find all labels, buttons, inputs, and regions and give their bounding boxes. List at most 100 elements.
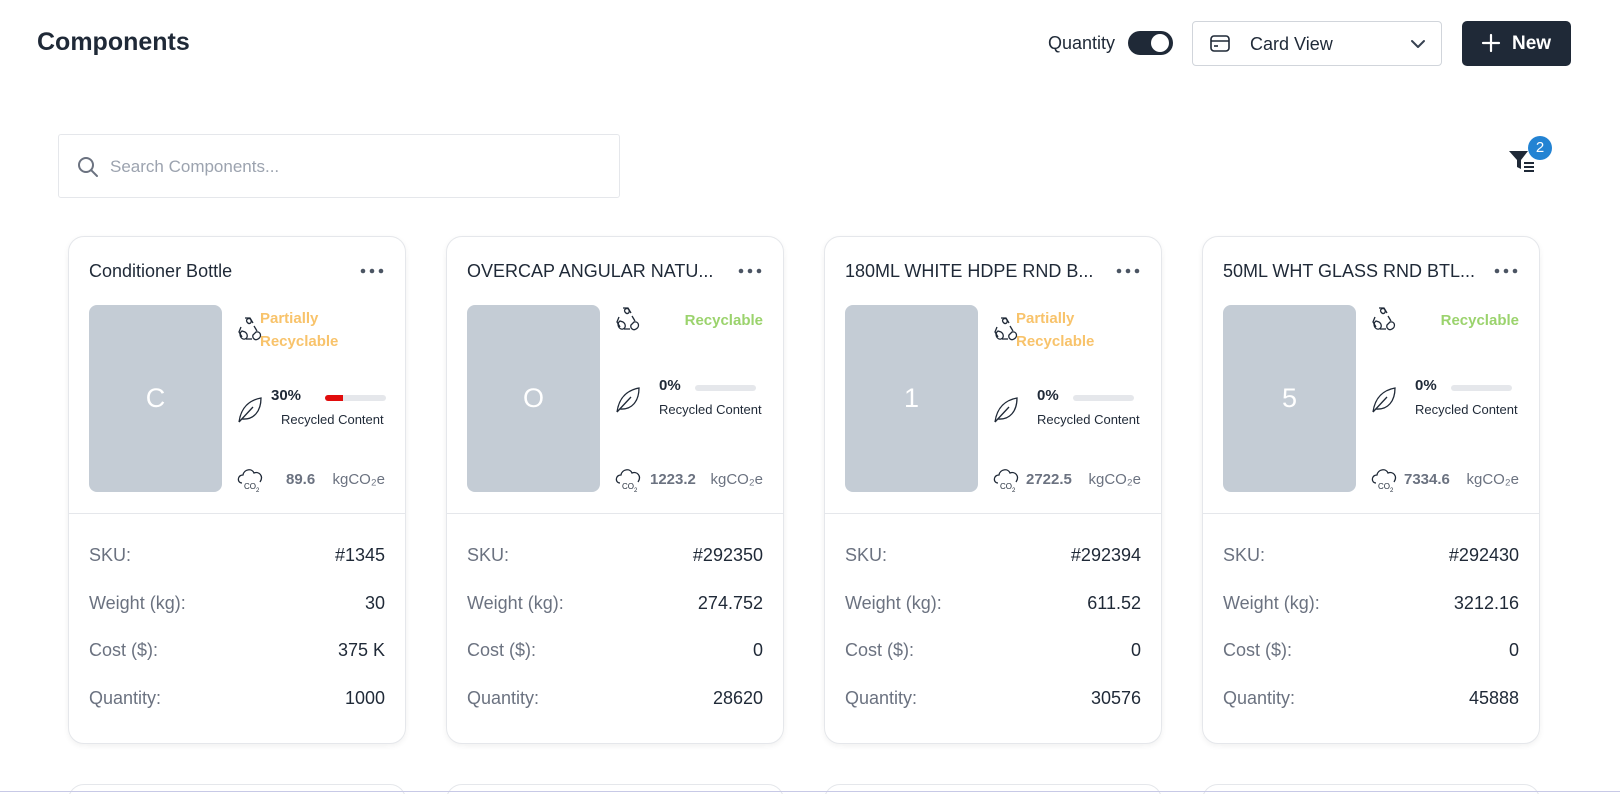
- search-input[interactable]: [110, 152, 600, 182]
- recycled-content-percent: 0%: [1415, 377, 1437, 394]
- more-dots-icon[interactable]: [737, 263, 763, 279]
- co2-unit: kgCO₂e: [1088, 471, 1141, 488]
- co2-cloud-icon: CO 2: [1370, 465, 1400, 498]
- sku-row: SKU: #292394: [845, 545, 1141, 569]
- svg-text:2: 2: [634, 488, 638, 493]
- leaf-icon: [1370, 385, 1398, 420]
- sku-value: #292430: [1448, 545, 1519, 565]
- card-thumbnail: O: [467, 305, 600, 492]
- weight-label: Weight (kg):: [467, 593, 564, 613]
- recycled-content-label: Recycled Content: [1415, 402, 1518, 417]
- recyclability-status: Partially Recyclable: [1016, 310, 1095, 350]
- co2-cloud-icon: CO 2: [992, 465, 1022, 498]
- weight-row: Weight (kg): 274.752: [467, 593, 763, 617]
- recycled-content-bar-fill: [325, 395, 344, 401]
- recycled-content-bar: [1073, 395, 1134, 401]
- more-dots-icon[interactable]: [1115, 263, 1141, 279]
- component-card-partial: [824, 784, 1162, 794]
- sku-value: #292394: [1070, 545, 1141, 565]
- quantity-toggle[interactable]: [1128, 31, 1173, 55]
- cost-row: Cost ($): 0: [1223, 640, 1519, 664]
- view-select[interactable]: Card View: [1192, 21, 1442, 66]
- co2-cloud-icon: CO 2: [236, 465, 266, 498]
- component-card-partial: [446, 784, 784, 794]
- sku-label: SKU:: [845, 545, 888, 565]
- component-card[interactable]: OVERCAP ANGULAR NATU... O Recyclable 0% …: [446, 236, 784, 744]
- co2-value: 2722.5: [1026, 471, 1072, 488]
- card-thumbnail: C: [89, 305, 222, 492]
- quantity-row: Quantity: 30576: [845, 688, 1141, 712]
- more-dots-icon[interactable]: [359, 263, 385, 279]
- recycle-icon: [614, 305, 642, 338]
- card-divider: [1203, 513, 1539, 514]
- co2-unit: kgCO₂e: [332, 471, 385, 488]
- recycled-content-percent: 0%: [1037, 387, 1059, 404]
- weight-label: Weight (kg):: [89, 593, 186, 613]
- cost-label: Cost ($):: [467, 640, 537, 660]
- cost-value: 0: [752, 640, 763, 660]
- recycled-content-bar: [325, 395, 386, 401]
- cost-row: Cost ($): 0: [845, 640, 1141, 664]
- component-card-partial: [68, 784, 406, 794]
- recycle-icon: [1370, 305, 1398, 338]
- card-title: 180ML WHITE HDPE RND B...: [845, 261, 1094, 281]
- quantity-label: Quantity:: [1223, 688, 1296, 708]
- quantity-value: 45888: [1468, 688, 1519, 708]
- viewport-edge: [0, 791, 1620, 792]
- svg-text:2: 2: [256, 488, 260, 493]
- card-view-icon: [1210, 35, 1230, 57]
- quantity-value: 30576: [1090, 688, 1141, 708]
- card-divider: [447, 513, 783, 514]
- weight-row: Weight (kg): 3212.16: [1223, 593, 1519, 617]
- svg-text:CO: CO: [1000, 482, 1012, 491]
- card-title: Conditioner Bottle: [89, 261, 233, 281]
- svg-text:2: 2: [1390, 488, 1394, 493]
- quantity-label: Quantity:: [89, 688, 162, 708]
- cost-label: Cost ($):: [89, 640, 159, 660]
- quantity-label: Quantity:: [845, 688, 918, 708]
- cost-label: Cost ($):: [845, 640, 915, 660]
- leaf-icon: [992, 395, 1020, 430]
- weight-value: 274.752: [697, 593, 763, 613]
- chevron-down-icon: [1410, 37, 1426, 55]
- page-header: Components Quantity Card View New: [0, 0, 1620, 90]
- component-card[interactable]: Conditioner Bottle C Partially Recyclabl…: [68, 236, 406, 744]
- sku-row: SKU: #1345: [89, 545, 385, 569]
- svg-text:CO: CO: [244, 482, 256, 491]
- co2-value: 1223.2: [650, 471, 696, 488]
- co2-unit: kgCO₂e: [1466, 471, 1519, 488]
- co2-cloud-icon: CO 2: [614, 465, 644, 498]
- weight-row: Weight (kg): 611.52: [845, 593, 1141, 617]
- quantity-value: 28620: [712, 688, 763, 708]
- card-title: OVERCAP ANGULAR NATU...: [467, 261, 714, 281]
- component-card[interactable]: 50ML WHT GLASS RND BTL... 5 Recyclable 0…: [1202, 236, 1540, 744]
- card-thumbnail: 5: [1223, 305, 1356, 492]
- filter-button[interactable]: 2: [1508, 136, 1552, 178]
- filter-count-badge: 2: [1528, 136, 1552, 160]
- component-card[interactable]: 180ML WHITE HDPE RND B... 1 Partially Re…: [824, 236, 1162, 744]
- search-box: [58, 134, 620, 198]
- view-select-value: Card View: [1250, 34, 1333, 54]
- weight-label: Weight (kg):: [1223, 593, 1320, 613]
- leaf-icon: [236, 395, 264, 430]
- cost-label: Cost ($):: [1223, 640, 1293, 660]
- weight-value: 30: [364, 593, 385, 613]
- cost-row: Cost ($): 0: [467, 640, 763, 664]
- sku-value: #292350: [692, 545, 763, 565]
- co2-value: 89.6: [286, 471, 316, 488]
- search-icon: [77, 156, 99, 183]
- sku-row: SKU: #292430: [1223, 545, 1519, 569]
- card-title: 50ML WHT GLASS RND BTL...: [1223, 261, 1476, 281]
- quantity-label: Quantity:: [467, 688, 540, 708]
- quantity-row: Quantity: 1000: [89, 688, 385, 712]
- svg-text:CO: CO: [1378, 482, 1390, 491]
- new-button-label: New: [1512, 33, 1552, 54]
- more-dots-icon[interactable]: [1493, 263, 1519, 279]
- sku-label: SKU:: [467, 545, 510, 565]
- card-divider: [825, 513, 1161, 514]
- recyclability-status: Recyclable: [684, 312, 763, 329]
- co2-value: 7334.6: [1404, 471, 1450, 488]
- new-button[interactable]: New: [1462, 21, 1571, 66]
- recycled-content-percent: 30%: [271, 387, 302, 404]
- recycled-content-label: Recycled Content: [281, 412, 384, 427]
